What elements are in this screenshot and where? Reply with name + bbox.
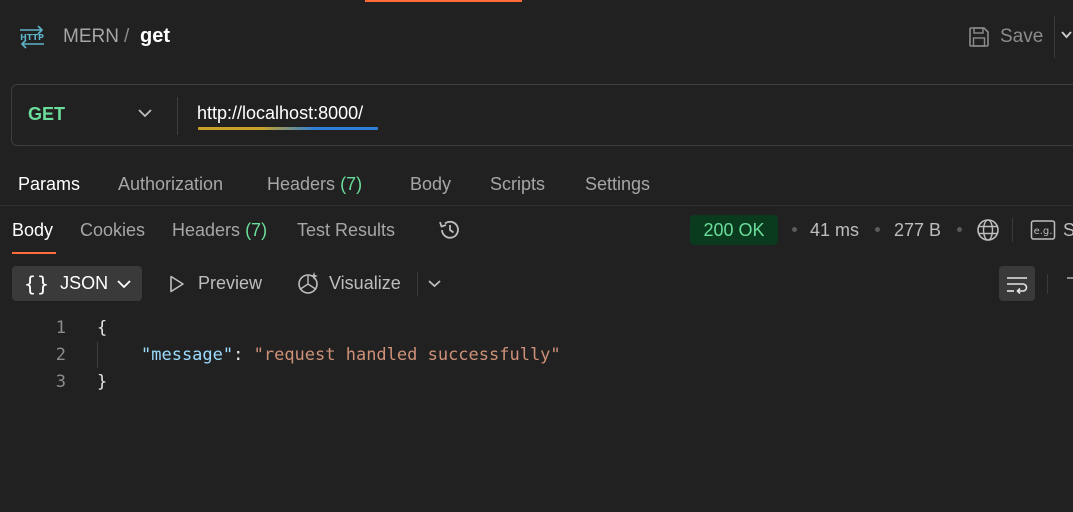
response-tab-headers[interactable]: Headers (7) bbox=[172, 220, 267, 241]
preview-label: Preview bbox=[198, 273, 263, 293]
json-close-brace: } bbox=[97, 372, 108, 392]
tab-settings[interactable]: Settings bbox=[585, 174, 650, 195]
url-bar: GET http://localhost:8000/ bbox=[11, 84, 1073, 146]
separator-dot bbox=[875, 227, 880, 232]
svg-text:HTTP: HTTP bbox=[20, 33, 44, 42]
visualize-button[interactable]: Visualize bbox=[296, 271, 401, 295]
line-number: 1 bbox=[55, 318, 66, 338]
visualize-label: Visualize bbox=[329, 272, 401, 293]
breadcrumb-collection[interactable]: MERN bbox=[63, 26, 119, 48]
chevron-down-icon[interactable] bbox=[137, 107, 153, 119]
tab-headers-count: (7) bbox=[340, 174, 363, 194]
response-body-editor[interactable]: 1 2 3 { "message": "request handled succ… bbox=[0, 314, 1073, 512]
http-icon: HTTP bbox=[20, 25, 44, 49]
visualize-icon bbox=[298, 272, 318, 294]
tab-authorization[interactable]: Authorization bbox=[118, 174, 223, 195]
url-variable-highlight bbox=[198, 127, 378, 130]
divider bbox=[1012, 218, 1013, 242]
response-tab-body[interactable]: Body bbox=[12, 220, 53, 241]
divider bbox=[417, 272, 418, 296]
request-tabs: Params Authorization Headers (7) Body Sc… bbox=[0, 170, 1073, 206]
svg-text:e.g.: e.g. bbox=[1034, 226, 1053, 237]
divider bbox=[0, 205, 1073, 206]
json-string-value: "request handled successfully" bbox=[253, 345, 561, 365]
tab-scripts[interactable]: Scripts bbox=[490, 174, 545, 195]
chevron-down-icon[interactable] bbox=[427, 278, 442, 289]
method-select[interactable]: GET bbox=[28, 104, 65, 125]
wrap-lines-icon bbox=[1007, 276, 1028, 294]
status-badge[interactable]: 200 OK bbox=[690, 215, 778, 245]
response-tab-headers-label: Headers bbox=[172, 220, 241, 240]
url-divider bbox=[177, 97, 178, 135]
response-tab-test-results[interactable]: Test Results bbox=[297, 220, 395, 241]
separator-dot bbox=[957, 227, 962, 232]
save-example-icon[interactable]: e.g. bbox=[1030, 219, 1056, 241]
code-line: "message": "request handled successfully… bbox=[141, 345, 561, 365]
wrap-lines-button[interactable] bbox=[999, 266, 1035, 301]
tab-headers-label: Headers bbox=[267, 174, 336, 194]
filter-icon[interactable] bbox=[1067, 277, 1073, 279]
save-icon bbox=[969, 27, 989, 47]
globe-icon[interactable] bbox=[975, 217, 1001, 243]
response-time[interactable]: 41 ms bbox=[810, 220, 859, 241]
tab-params[interactable]: Params bbox=[18, 174, 80, 195]
chevron-down-icon bbox=[117, 279, 131, 288]
play-icon bbox=[170, 275, 184, 292]
save-button[interactable]: Save bbox=[968, 24, 1043, 50]
json-key: "message" bbox=[141, 345, 234, 365]
breadcrumb-separator: / bbox=[124, 26, 130, 47]
history-icon[interactable] bbox=[437, 217, 463, 243]
chevron-down-icon[interactable] bbox=[1060, 30, 1073, 40]
request-name[interactable]: get bbox=[140, 25, 170, 48]
indent-guide bbox=[97, 342, 98, 368]
json-open-brace: { bbox=[97, 318, 108, 338]
json-icon: {} bbox=[24, 271, 51, 296]
response-tab-headers-count: (7) bbox=[245, 220, 268, 240]
line-number: 2 bbox=[55, 345, 66, 365]
divider bbox=[1047, 274, 1048, 294]
save-label: Save bbox=[1000, 26, 1044, 47]
url-input[interactable]: http://localhost:8000/ bbox=[197, 103, 363, 124]
tab-headers[interactable]: Headers (7) bbox=[267, 174, 362, 195]
save-example-label[interactable]: S bbox=[1063, 220, 1073, 241]
active-response-tab-indicator bbox=[12, 252, 56, 254]
format-label: JSON bbox=[60, 273, 109, 293]
tab-body[interactable]: Body bbox=[410, 174, 451, 195]
request-header: HTTP MERN / get Save bbox=[0, 0, 1073, 72]
separator-dot bbox=[792, 227, 797, 232]
preview-button[interactable]: Preview bbox=[168, 273, 262, 294]
response-size[interactable]: 277 B bbox=[894, 220, 941, 241]
line-number: 3 bbox=[55, 372, 66, 392]
response-tab-cookies[interactable]: Cookies bbox=[80, 220, 145, 241]
code-line: { bbox=[97, 318, 107, 338]
format-select[interactable]: {} JSON bbox=[12, 266, 142, 301]
json-colon: : bbox=[233, 345, 254, 365]
code-line: } bbox=[97, 372, 107, 392]
save-divider bbox=[1054, 16, 1055, 58]
